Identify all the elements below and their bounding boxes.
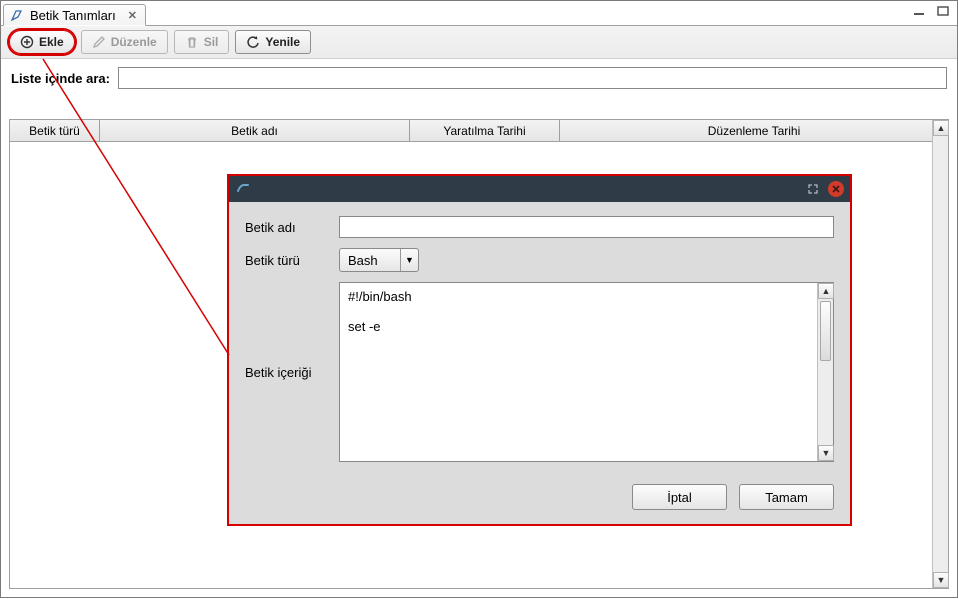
minimize-button[interactable] [911,4,927,18]
column-edited-date[interactable]: Düzenleme Tarihi [560,120,948,141]
cancel-button[interactable]: İptal [632,484,727,510]
scroll-up-icon[interactable]: ▲ [933,120,949,136]
delete-button: Sil [174,30,230,54]
dialog-maximize-button[interactable] [806,182,820,196]
tab-script-definitions[interactable]: Betik Tanımları ✕ [3,4,146,26]
pencil-icon [92,35,106,49]
column-created-date[interactable]: Yaratılma Tarihi [410,120,560,141]
edit-button-label: Düzenle [111,35,157,49]
chevron-down-icon: ▼ [400,249,418,271]
tab-title: Betik Tanımları [30,8,116,23]
dialog-button-row: İptal Tamam [245,484,834,510]
script-name-input[interactable] [339,216,834,238]
table-header: Betik türü Betik adı Yaratılma Tarihi Dü… [10,120,948,142]
script-type-label: Betik türü [245,253,325,268]
add-button[interactable]: Ekle [9,30,75,54]
row-script-type: Betik türü Bash ▼ [245,248,834,272]
refresh-icon [246,35,260,49]
delete-button-label: Sil [204,35,219,49]
script-content-text[interactable]: #!/bin/bash set -e [340,283,817,461]
tab-strip: Betik Tanımları ✕ [1,1,957,26]
scroll-thumb[interactable] [820,301,831,361]
textarea-scrollbar[interactable]: ▲ ▼ [817,283,833,461]
window-controls [911,4,951,18]
ok-button-label: Tamam [765,490,808,505]
dialog-titlebar[interactable] [229,176,850,202]
toolbar: Ekle Düzenle Sil Yenile [1,26,957,59]
maximize-button[interactable] [935,4,951,18]
scroll-down-icon[interactable]: ▼ [933,572,949,588]
cancel-button-label: İptal [667,490,692,505]
script-tab-icon [10,8,24,22]
script-content-textarea[interactable]: #!/bin/bash set -e ▲ ▼ [339,282,834,462]
script-content-label: Betik içeriği [245,365,325,380]
tab-close-icon[interactable]: ✕ [128,9,137,22]
column-script-type[interactable]: Betik türü [10,120,100,141]
script-type-select[interactable]: Bash ▼ [339,248,419,272]
dialog-body: Betik adı Betik türü Bash ▼ Betik içeriğ… [229,202,850,524]
search-row: Liste içinde ara: [1,59,957,97]
dialog-app-icon [235,180,251,199]
trash-icon [185,35,199,49]
search-input[interactable] [118,67,947,89]
scroll-down-icon[interactable]: ▼ [818,445,834,461]
script-dialog: Betik adı Betik türü Bash ▼ Betik içeriğ… [227,174,852,526]
script-type-value: Bash [348,253,378,268]
refresh-button[interactable]: Yenile [235,30,311,54]
search-label: Liste içinde ara: [11,71,110,86]
ok-button[interactable]: Tamam [739,484,834,510]
edit-button: Düzenle [81,30,168,54]
plus-circle-icon [20,35,34,49]
add-button-label: Ekle [39,35,64,49]
row-script-content: Betik içeriği #!/bin/bash set -e ▲ ▼ [245,282,834,462]
refresh-button-label: Yenile [265,35,300,49]
scroll-up-icon[interactable]: ▲ [818,283,834,299]
column-script-name[interactable]: Betik adı [100,120,410,141]
table-scrollbar[interactable]: ▲ ▼ [932,120,948,588]
dialog-close-button[interactable] [828,181,844,197]
row-script-name: Betik adı [245,216,834,238]
script-name-label: Betik adı [245,220,325,235]
